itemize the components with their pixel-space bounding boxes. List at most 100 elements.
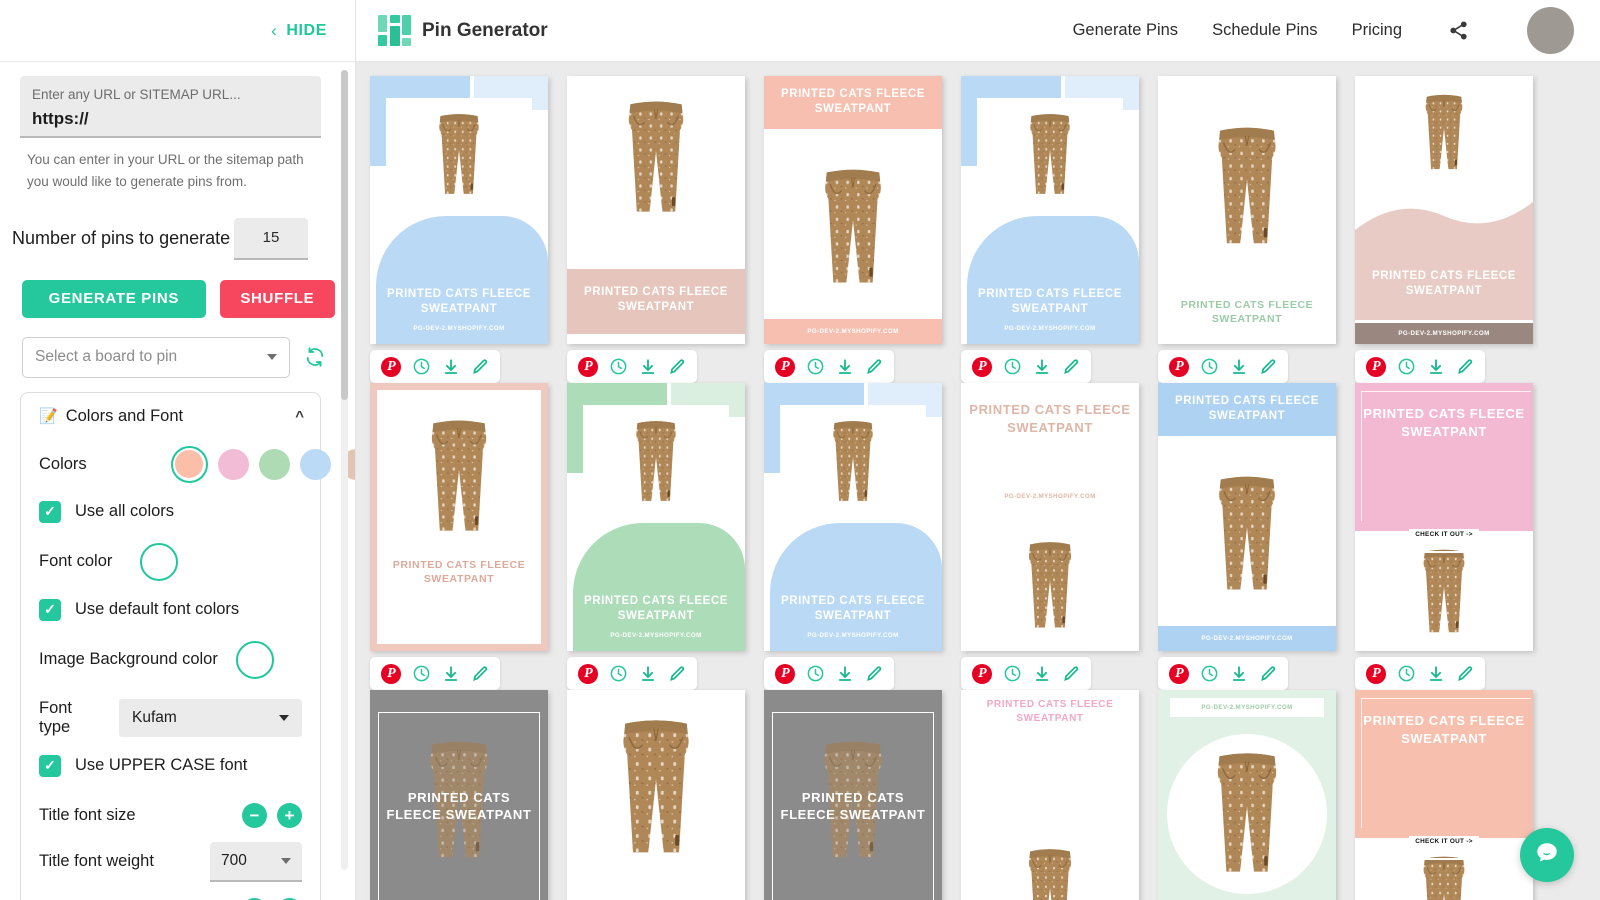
chevron-up-icon[interactable]: ^ [295,408,304,425]
schedule-clock-icon[interactable] [1003,664,1022,683]
pin-card[interactable]: PRINTED CATS FLEECE SWEATPANT CHECK IT OU… [1355,383,1533,651]
pinterest-pin-icon[interactable]: P [1169,356,1190,377]
download-icon[interactable] [639,358,657,376]
color-swatch[interactable] [299,448,331,480]
schedule-clock-icon[interactable] [609,664,628,683]
font-color-picker[interactable] [140,542,179,581]
download-icon[interactable] [639,665,657,683]
shuffle-button[interactable]: SHUFFLE [219,279,335,318]
pin-card[interactable]: PG-DEV-2.MYSHOPIFY.COM [1158,690,1336,900]
pin-card[interactable]: PRINTED CATS FLEECE SWEATPANT PG-DEV-2.MY… [764,76,942,344]
pinterest-pin-icon[interactable]: P [1169,663,1190,684]
download-icon[interactable] [836,358,854,376]
generate-pins-button[interactable]: GENERATE PINS [22,279,206,318]
pinterest-pin-icon[interactable]: P [775,356,796,377]
pin-card[interactable] [567,690,745,900]
schedule-clock-icon[interactable] [412,664,431,683]
schedule-clock-icon[interactable] [806,357,825,376]
edit-pencil-icon[interactable] [865,665,883,683]
nav-item-generate-pins[interactable]: Generate Pins [1073,21,1178,40]
edit-pencil-icon[interactable] [471,665,489,683]
edit-pencil-icon[interactable] [1062,358,1080,376]
pin-card[interactable]: PRINTED CATS FLEECE SWEATPANT [961,690,1139,900]
pinterest-pin-icon[interactable]: P [972,356,993,377]
edit-pencil-icon[interactable] [1456,665,1474,683]
schedule-clock-icon[interactable] [1003,357,1022,376]
upper-case-checkbox[interactable]: ✓ [39,754,61,777]
hide-sidebar-button[interactable]: ‹ HIDE [271,22,327,40]
pinterest-pin-icon[interactable]: P [1366,356,1387,377]
edit-pencil-icon[interactable] [1456,358,1474,376]
pinterest-pin-icon[interactable]: P [775,663,796,684]
brand-logo-link[interactable]: Pin Generator [378,15,548,46]
panel-header-toggle[interactable]: 📝 Colors and Font ^ [21,407,320,426]
refresh-boards-icon[interactable] [304,346,326,368]
pin-card[interactable]: PRINTED CATS FLEECE SWEATPANT PG-DEV-2.MY… [567,383,745,651]
pin-card[interactable]: PRINTED CATS FLEECE SWEATPANT PG-DEV-2.MY… [1355,76,1533,344]
url-input-value[interactable]: https:// [32,109,309,129]
pin-card[interactable]: PRINTED CATS FLEECE SWEATPANT PG-DEV-2.MY… [370,76,548,344]
share-icon[interactable] [1448,20,1469,41]
image-bg-color-picker[interactable] [235,640,274,679]
pinterest-pin-icon[interactable]: P [578,663,599,684]
minus-icon[interactable]: − [242,802,267,828]
download-icon[interactable] [1033,665,1051,683]
pin-card[interactable]: PRINTED CATS FLEECE SWEATPANT PG-DEV-2.MY… [764,383,942,651]
schedule-clock-icon[interactable] [609,357,628,376]
download-icon[interactable] [1427,665,1445,683]
color-swatch[interactable] [217,448,249,480]
download-icon[interactable] [1230,665,1248,683]
pin-card[interactable]: PRINTED CATS FLEECE SWEATPANT [764,690,942,900]
nav-item-pricing[interactable]: Pricing [1352,21,1402,40]
pin-card[interactable]: PRINTED CATS FLEECE SWEATPANT PG-DEV-2.MY… [1158,383,1336,651]
edit-pencil-icon[interactable] [471,358,489,376]
schedule-clock-icon[interactable] [412,357,431,376]
download-icon[interactable] [442,358,460,376]
edit-pencil-icon[interactable] [865,358,883,376]
pinterest-pin-icon[interactable]: P [381,356,402,377]
pins-count-input[interactable]: 15 [234,217,308,260]
use-default-font-colors-checkbox[interactable]: ✓ [39,598,61,621]
pin-card[interactable]: PRINTED CATS FLEECE SWEATPANT PG-DEV-2.MY… [961,76,1139,344]
schedule-clock-icon[interactable] [806,664,825,683]
edit-pencil-icon[interactable] [1259,665,1277,683]
pin-cell: PRINTED CATS FLEECE SWEATPANT P [567,76,764,383]
url-input-wrapper[interactable]: Enter any URL or SITEMAP URL... https:// [20,76,321,138]
pinterest-pin-icon[interactable]: P [1366,663,1387,684]
pin-card[interactable]: PRINTED CATS FLEECE SWEATPANT [370,690,548,900]
pin-card[interactable]: PRINTED CATS FLEECE SWEATPANT [567,76,745,344]
download-icon[interactable] [1427,358,1445,376]
pinterest-pin-icon[interactable]: P [578,356,599,377]
edit-pencil-icon[interactable] [668,665,686,683]
pinterest-pin-icon[interactable]: P [972,663,993,684]
download-icon[interactable] [442,665,460,683]
download-icon[interactable] [1033,358,1051,376]
nav-item-schedule-pins[interactable]: Schedule Pins [1212,21,1318,40]
use-all-colors-checkbox[interactable]: ✓ [39,500,61,523]
pin-card[interactable]: PRINTED CATS FLEECE SWEATPANT [370,383,548,651]
pin-card[interactable]: PRINTED CATS FLEECE SWEATPANT PG-DEV-2.MY… [961,383,1139,651]
chat-widget-button[interactable] [1520,828,1574,882]
edit-pencil-icon[interactable] [668,358,686,376]
pin-card[interactable]: PRINTED CATS FLEECE SWEATPANT [1158,76,1336,344]
avatar[interactable] [1527,7,1574,54]
schedule-clock-icon[interactable] [1397,357,1416,376]
edit-pencil-icon[interactable] [1259,358,1277,376]
pin-card[interactable]: PRINTED CATS FLEECE SWEATPANT CHECK IT OU… [1355,690,1533,900]
color-swatch[interactable] [258,448,290,480]
plus-icon[interactable]: + [277,802,302,828]
download-icon[interactable] [836,665,854,683]
schedule-clock-icon[interactable] [1200,664,1219,683]
board-select-dropdown[interactable]: Select a board to pin [22,336,290,378]
schedule-clock-icon[interactable] [1397,664,1416,683]
download-icon[interactable] [1230,358,1248,376]
title-font-weight-dropdown[interactable]: 700 [210,841,302,882]
sidebar-scrollbar-thumb[interactable] [341,70,348,400]
pinterest-pin-icon[interactable]: P [381,663,402,684]
edit-pencil-icon[interactable] [1062,665,1080,683]
pin-cell: PRINTED CATS FLEECE SWEATPANT [764,690,961,900]
sidebar-scrollbar-track[interactable] [341,70,348,870]
font-type-dropdown[interactable]: Kufam [119,698,302,737]
color-swatch-selected[interactable] [170,445,208,483]
schedule-clock-icon[interactable] [1200,357,1219,376]
